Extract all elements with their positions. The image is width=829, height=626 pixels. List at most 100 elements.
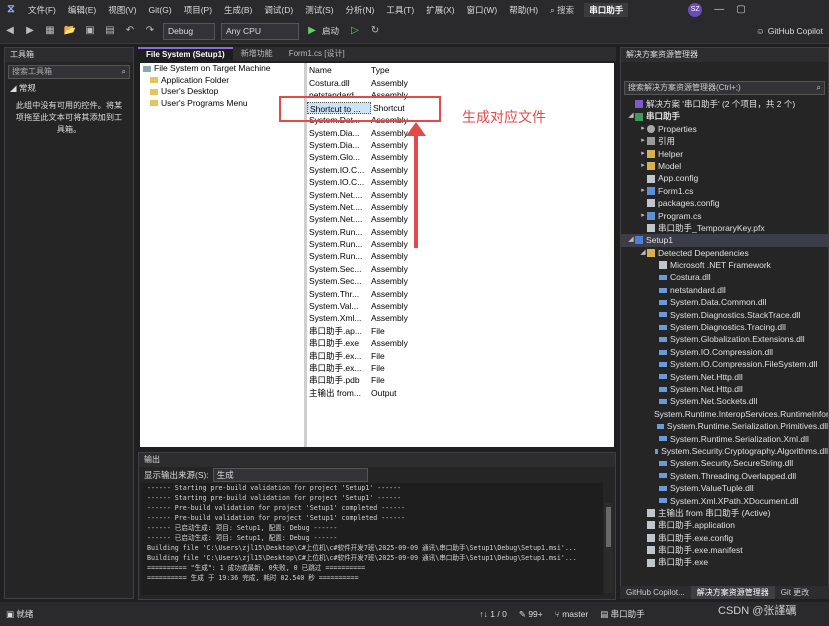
tree-node[interactable]: packages.config	[621, 197, 828, 209]
global-search[interactable]: ⌕ 搜索	[550, 4, 574, 16]
menu-analyze[interactable]: 分析(N)	[340, 4, 381, 16]
tree-node[interactable]: 串口助手_TemporaryKey.pfx	[621, 222, 828, 234]
list-item[interactable]: System.IO.C... Assembly	[307, 176, 614, 188]
line-col-indicator[interactable]: ↑↓ 1 / 0	[479, 609, 506, 619]
navigate-forward-icon[interactable]: ▶	[22, 23, 38, 39]
list-item[interactable]: 串口助手.exe Assembly	[307, 337, 614, 349]
tab-file-system-setup1[interactable]: File System (Setup1)	[138, 47, 233, 61]
tree-node[interactable]: System.Globalization.Extensions.dll	[621, 333, 828, 345]
tree-node[interactable]: 串口助手.application	[621, 519, 828, 531]
list-item[interactable]: System.Sec... Assembly	[307, 275, 614, 287]
list-item[interactable]: System.Glo... Assembly	[307, 151, 614, 163]
list-item[interactable]: System.Dia... Assembly	[307, 127, 614, 139]
menu-debug[interactable]: 调试(D)	[258, 4, 299, 16]
solution-explorer-search-input[interactable]: 搜索解决方案资源管理器(Ctrl+;) ⌕	[624, 81, 825, 95]
chevron-right-icon[interactable]: ▸	[639, 160, 647, 172]
tree-node[interactable]: netstandard.dll	[621, 284, 828, 296]
tree-node[interactable]: ▸ Program.cs	[621, 210, 828, 222]
tree-node[interactable]: ▸ Form1.cs	[621, 185, 828, 197]
column-name[interactable]: Name	[307, 63, 369, 77]
menu-project[interactable]: 项目(P)	[178, 4, 218, 16]
start-icon[interactable]: ▶	[304, 23, 320, 39]
tree-node[interactable]: System.Runtime.Serialization.Primitives.…	[621, 420, 828, 432]
scrollbar-thumb[interactable]	[606, 507, 611, 547]
new-project-icon[interactable]: ▦	[42, 23, 58, 39]
tree-node[interactable]: System.Runtime.Serialization.Xml.dll	[621, 433, 828, 445]
platform-select[interactable]: Any CPU	[221, 22, 299, 40]
tree-node[interactable]: Microsoft .NET Framework	[621, 259, 828, 271]
navigate-back-icon[interactable]: ◀	[2, 23, 18, 39]
menu-tools[interactable]: 工具(T)	[380, 4, 420, 16]
output-scrollbar[interactable]	[604, 503, 613, 593]
toolbox-group-general[interactable]: ◢ 常规	[5, 82, 133, 94]
chevron-down-icon[interactable]: ◢	[627, 234, 635, 246]
tree-node[interactable]: System.Net.Http.dll	[621, 383, 828, 395]
redo-icon[interactable]: ↷	[142, 23, 158, 39]
start-button[interactable]: 启动	[322, 25, 339, 37]
menu-window[interactable]: 窗口(W)	[461, 4, 504, 16]
menu-help[interactable]: 帮助(H)	[503, 4, 544, 16]
visual-studio-logo-icon[interactable]: ⧖	[0, 3, 22, 16]
list-item[interactable]: System.Thr... Assembly	[307, 288, 614, 300]
open-file-icon[interactable]: 📂	[62, 23, 78, 39]
chevron-right-icon[interactable]: ▸	[639, 148, 647, 160]
tree-node[interactable]: App.config	[621, 172, 828, 184]
list-item[interactable]: System.Xml... Assembly	[307, 312, 614, 324]
tree-node[interactable]: 串口助手.exe.config	[621, 532, 828, 544]
chevron-right-icon[interactable]: ▸	[639, 185, 647, 197]
tree-node[interactable]: System.Net.Sockets.dll	[621, 395, 828, 407]
list-item[interactable]: System.Run... Assembly	[307, 250, 614, 262]
tree-node[interactable]: System.Data.Common.dll	[621, 296, 828, 308]
column-type[interactable]: Type	[369, 63, 451, 77]
tree-node[interactable]: ◢ Detected Dependencies	[621, 247, 828, 259]
list-item[interactable]: System.Net.... Assembly	[307, 189, 614, 201]
hot-reload-icon[interactable]: ↻	[367, 23, 383, 39]
tab-whats-new[interactable]: 新增功能	[233, 47, 281, 61]
toolbox-search-input[interactable]: 搜索工具箱 ⌕	[8, 65, 130, 79]
minimize-icon[interactable]: —	[714, 4, 724, 15]
tree-node[interactable]: 串口助手.exe	[621, 556, 828, 568]
tree-node[interactable]: System.ValueTuple.dll	[621, 482, 828, 494]
tree-node[interactable]: ▸ Helper	[621, 148, 828, 160]
tree-node[interactable]: System.Security.Cryptography.Algorithms.…	[621, 445, 828, 457]
tree-node[interactable]: System.Diagnostics.Tracing.dll	[621, 321, 828, 333]
start-without-debug-icon[interactable]: ▷	[347, 23, 363, 39]
tree-node[interactable]: System.Threading.Overlapped.dll	[621, 470, 828, 482]
tab-solution-explorer[interactable]: 解决方案资源管理器	[690, 586, 775, 599]
list-item[interactable]: System.Run... Assembly	[307, 226, 614, 238]
list-item[interactable]: System.Net.... Assembly	[307, 201, 614, 213]
tree-node[interactable]: Costura.dll	[621, 271, 828, 283]
tree-node[interactable]: System.Security.SecureString.dll	[621, 457, 828, 469]
tree-node[interactable]: System.IO.Compression.FileSystem.dll	[621, 358, 828, 370]
chevron-right-icon[interactable]: ▸	[639, 135, 647, 147]
tree-node[interactable]: ▸ Model	[621, 160, 828, 172]
tree-node[interactable]: ▸ 引用	[621, 135, 828, 147]
tree-application-folder[interactable]: Application Folder	[140, 75, 304, 87]
menu-build[interactable]: 生成(B)	[218, 4, 258, 16]
list-item[interactable]: System.Sec... Assembly	[307, 263, 614, 275]
menu-git[interactable]: Git(G)	[143, 5, 178, 15]
menu-extensions[interactable]: 扩展(X)	[420, 4, 460, 16]
list-item[interactable]: System.Run... Assembly	[307, 238, 614, 250]
chevron-down-icon[interactable]: ◢	[639, 247, 647, 259]
undo-icon[interactable]: ↶	[122, 23, 138, 39]
chevron-right-icon[interactable]: ▸	[639, 210, 647, 222]
list-item[interactable]: System.Net.... Assembly	[307, 213, 614, 225]
output-text[interactable]: ------ Starting pre-build validation for…	[141, 483, 603, 595]
repo-indicator[interactable]: ▤ 串口助手	[600, 608, 644, 620]
tree-node[interactable]: 解决方案 '串口助手' (2 个项目，共 2 个)	[621, 98, 828, 110]
menu-file[interactable]: 文件(F)	[22, 4, 62, 16]
list-item[interactable]: System.IO.C... Assembly	[307, 164, 614, 176]
tree-node[interactable]: 主输出 from 串口助手 (Active)	[621, 507, 828, 519]
list-item[interactable]: 主输出 from... Output	[307, 387, 614, 399]
chevron-down-icon[interactable]: ◢	[627, 110, 635, 122]
tree-node[interactable]: System.Runtime.InteropServices.RuntimeIn…	[621, 408, 828, 420]
menu-test[interactable]: 测试(S)	[299, 4, 339, 16]
tab-github-copilot[interactable]: GitHub Copilot...	[620, 586, 691, 599]
maximize-icon[interactable]: ▢	[736, 4, 745, 15]
list-item[interactable]: 串口助手.ap... File	[307, 325, 614, 337]
list-item[interactable]: 串口助手.pdb File	[307, 374, 614, 386]
account-avatar[interactable]: SZ	[688, 2, 703, 17]
tree-root[interactable]: File System on Target Machine	[140, 63, 304, 75]
tree-node[interactable]: System.Xml.XPath.XDocument.dll	[621, 495, 828, 507]
